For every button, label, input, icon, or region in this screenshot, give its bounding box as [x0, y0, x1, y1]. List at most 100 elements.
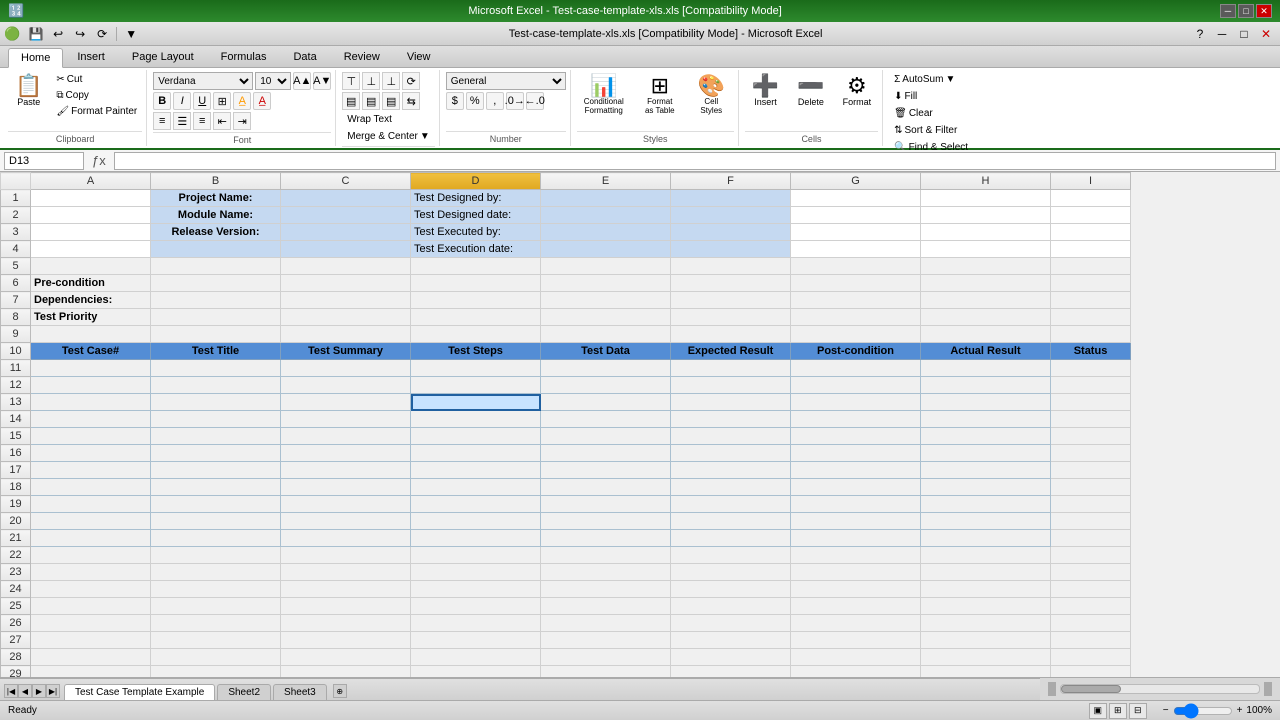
cell-E17[interactable] — [541, 462, 671, 479]
cell-C10[interactable]: Test Summary — [281, 343, 411, 360]
cell-I3[interactable] — [1051, 224, 1131, 241]
row-header-15[interactable]: 15 — [1, 428, 31, 445]
cell-C5[interactable] — [281, 258, 411, 275]
cell-G23[interactable] — [791, 564, 921, 581]
cell-G14[interactable] — [791, 411, 921, 428]
format-cells-button[interactable]: ⚙ Format — [836, 72, 879, 110]
cell-C3[interactable] — [281, 224, 411, 241]
cell-H1[interactable] — [921, 190, 1051, 207]
cell-styles-button[interactable]: 🎨 CellStyles — [689, 72, 734, 118]
cell-A23[interactable] — [31, 564, 151, 581]
cell-B7[interactable] — [151, 292, 281, 309]
row-header-26[interactable]: 26 — [1, 615, 31, 632]
wrap-text-button[interactable]: Wrap Text — [342, 112, 397, 127]
decrease-font-button[interactable]: A▼ — [313, 72, 331, 90]
cell-H10[interactable]: Actual Result — [921, 343, 1051, 360]
cell-B14[interactable] — [151, 411, 281, 428]
cell-A28[interactable] — [31, 649, 151, 666]
cell-I17[interactable] — [1051, 462, 1131, 479]
cell-E26[interactable] — [541, 615, 671, 632]
cell-I19[interactable] — [1051, 496, 1131, 513]
cell-A25[interactable] — [31, 598, 151, 615]
cell-A18[interactable] — [31, 479, 151, 496]
name-box[interactable]: D13 — [4, 152, 84, 170]
cell-C27[interactable] — [281, 632, 411, 649]
merge-center-button[interactable]: Merge & Center ▼ — [342, 129, 435, 144]
cell-G6[interactable] — [791, 275, 921, 292]
cell-F12[interactable] — [671, 377, 791, 394]
spreadsheet[interactable]: A B C D E F G H I 1Project Name:Test Des… — [0, 172, 1280, 677]
increase-font-button[interactable]: A▲ — [293, 72, 311, 90]
scroll-right-button[interactable] — [1264, 682, 1272, 696]
fill-color-button[interactable]: A̲ — [233, 92, 251, 110]
border-button[interactable]: ⊞ — [213, 92, 231, 110]
cell-H14[interactable] — [921, 411, 1051, 428]
cell-H5[interactable] — [921, 258, 1051, 275]
cell-F4[interactable] — [671, 241, 791, 258]
cell-A7[interactable]: Dependencies: — [31, 292, 151, 309]
formula-input[interactable] — [114, 152, 1276, 170]
increase-indent-button[interactable]: ⇥ — [233, 112, 251, 130]
cell-E9[interactable] — [541, 326, 671, 343]
row-header-9[interactable]: 9 — [1, 326, 31, 343]
page-break-view-button[interactable]: ⊟ — [1129, 703, 1147, 719]
cell-C23[interactable] — [281, 564, 411, 581]
cell-D28[interactable] — [411, 649, 541, 666]
tab-page-layout[interactable]: Page Layout — [119, 47, 207, 67]
increase-decimal-button[interactable]: .0→ — [506, 92, 524, 110]
cell-I6[interactable] — [1051, 275, 1131, 292]
col-header-A[interactable]: A — [31, 173, 151, 190]
cell-E2[interactable] — [541, 207, 671, 224]
cell-E4[interactable] — [541, 241, 671, 258]
cell-H28[interactable] — [921, 649, 1051, 666]
align-left2-button[interactable]: ▤ — [342, 92, 360, 110]
cell-F1[interactable] — [671, 190, 791, 207]
cell-A24[interactable] — [31, 581, 151, 598]
cell-B17[interactable] — [151, 462, 281, 479]
cell-I14[interactable] — [1051, 411, 1131, 428]
cell-I13[interactable] — [1051, 394, 1131, 411]
cell-A5[interactable] — [31, 258, 151, 275]
cell-D9[interactable] — [411, 326, 541, 343]
sheet-tab-2[interactable]: Sheet2 — [217, 684, 271, 700]
row-header-24[interactable]: 24 — [1, 581, 31, 598]
cell-A3[interactable] — [31, 224, 151, 241]
font-color-button[interactable]: A̲ — [253, 92, 271, 110]
row-header-11[interactable]: 11 — [1, 360, 31, 377]
cell-I28[interactable] — [1051, 649, 1131, 666]
cell-H9[interactable] — [921, 326, 1051, 343]
cell-B27[interactable] — [151, 632, 281, 649]
cell-D2[interactable]: Test Designed date: — [411, 207, 541, 224]
cell-A11[interactable] — [31, 360, 151, 377]
cell-D15[interactable] — [411, 428, 541, 445]
row-header-25[interactable]: 25 — [1, 598, 31, 615]
align-right2-button[interactable]: ▤ — [382, 92, 400, 110]
cell-A12[interactable] — [31, 377, 151, 394]
cell-D24[interactable] — [411, 581, 541, 598]
cell-C6[interactable] — [281, 275, 411, 292]
cell-G1[interactable] — [791, 190, 921, 207]
cell-C11[interactable] — [281, 360, 411, 377]
cell-E21[interactable] — [541, 530, 671, 547]
cell-B19[interactable] — [151, 496, 281, 513]
cell-B10[interactable]: Test Title — [151, 343, 281, 360]
row-header-7[interactable]: 7 — [1, 292, 31, 309]
cell-D10[interactable]: Test Steps — [411, 343, 541, 360]
cell-H22[interactable] — [921, 547, 1051, 564]
cell-A19[interactable] — [31, 496, 151, 513]
cell-I10[interactable]: Status — [1051, 343, 1131, 360]
cell-B13[interactable] — [151, 394, 281, 411]
cell-B3[interactable]: Release Version: — [151, 224, 281, 241]
bold-button[interactable]: B — [153, 92, 171, 110]
middle-align-button[interactable]: ⊥ — [362, 72, 380, 90]
delete-cells-button[interactable]: ➖ Delete — [790, 72, 831, 110]
row-header-3[interactable]: 3 — [1, 224, 31, 241]
add-sheet-button[interactable]: ⊕ — [333, 684, 347, 698]
cell-A14[interactable] — [31, 411, 151, 428]
cell-C4[interactable] — [281, 241, 411, 258]
cell-F14[interactable] — [671, 411, 791, 428]
cell-D23[interactable] — [411, 564, 541, 581]
cell-D22[interactable] — [411, 547, 541, 564]
cell-E15[interactable] — [541, 428, 671, 445]
cell-A29[interactable] — [31, 666, 151, 678]
